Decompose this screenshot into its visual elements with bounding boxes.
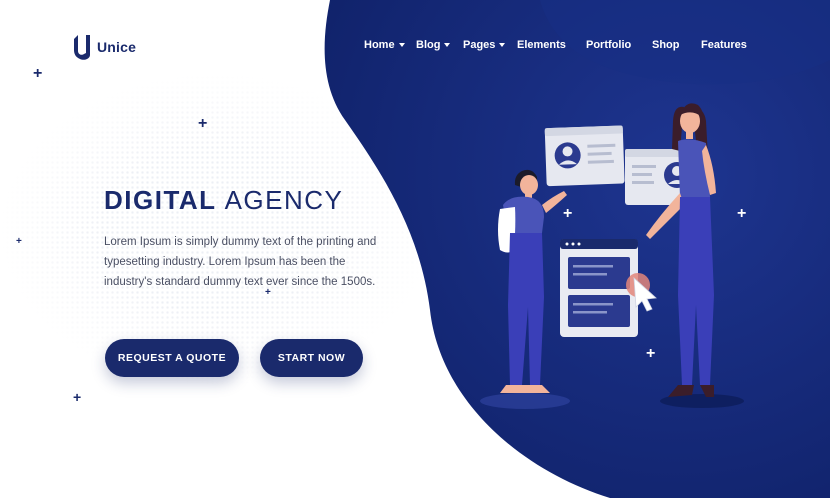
brand-logo[interactable]: Unice [72, 33, 136, 61]
chevron-down-icon [499, 43, 506, 47]
plus-decoration-icon: + [198, 115, 208, 132]
nav-item-label: Shop [652, 39, 680, 51]
start-now-button[interactable]: START NOW [260, 339, 363, 377]
nav-item-home[interactable]: Home [364, 39, 416, 51]
nav-item-label: Blog [416, 39, 441, 51]
nav-item-portfolio[interactable]: Portfolio [586, 39, 652, 51]
main-nav: Home Blog Pages Elements Portfolio Shop … [364, 39, 747, 51]
chevron-down-icon [444, 43, 451, 47]
plus-decoration-icon: + [16, 236, 22, 247]
hero-illustration [480, 103, 744, 409]
hero-title-bold: DIGITAL [104, 185, 217, 215]
nav-item-label: Elements [517, 39, 566, 51]
plus-decoration-icon: + [33, 65, 43, 82]
chevron-down-icon [398, 43, 405, 47]
nav-item-pages[interactable]: Pages [463, 39, 517, 51]
brand-name: Unice [97, 39, 137, 55]
brand-logo-icon [74, 35, 90, 60]
nav-item-label: Home [364, 39, 395, 51]
hero-title-light: AGENCY [224, 185, 344, 215]
nav-item-label: Features [701, 39, 747, 51]
nav-item-label: Pages [463, 39, 496, 51]
nav-item-elements[interactable]: Elements [517, 39, 586, 51]
hero-description: Lorem Ipsum is simply dummy text of the … [104, 236, 377, 288]
hero-title: DIGITAL AGENCY [104, 185, 343, 216]
request-quote-button[interactable]: REQUEST A QUOTE [105, 339, 239, 377]
nav-item-blog[interactable]: Blog [416, 39, 463, 51]
plus-decoration-icon: + [73, 389, 82, 405]
nav-item-label: Portfolio [586, 39, 632, 51]
nav-item-shop[interactable]: Shop [652, 39, 701, 51]
nav-item-features[interactable]: Features [701, 39, 747, 51]
